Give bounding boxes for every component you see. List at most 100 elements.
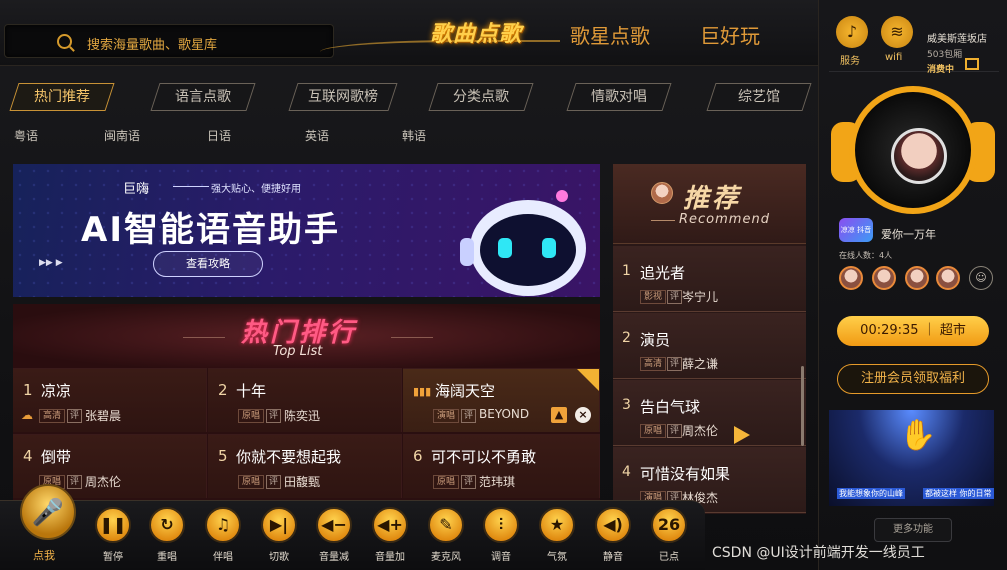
tab-label: 分类点歌 [453,89,509,105]
tab-duet[interactable]: 情歌对唱 [566,83,672,111]
tab-label: 情歌对唱 [591,89,647,105]
top-bar: 搜索海量歌曲、歌星库 歌曲点歌 歌星点歌 巨好玩 [0,0,818,66]
avatar[interactable] [905,266,929,290]
song-singer: 周杰伦 [682,424,719,438]
top-list-subtitle: Top List [273,344,323,359]
recommend-song[interactable]: 2 演员 高清 评 薛之谦 [613,313,806,379]
lang-minnan[interactable]: 闽南语 [104,127,140,144]
comment-badge: 评 [667,290,683,304]
song-singer: 张碧晨 [85,409,122,423]
search-input[interactable]: 搜索海量歌曲、歌星库 [4,24,334,58]
view-guide-button[interactable]: 查看攻略 [153,251,263,277]
song-singer: 薛之谦 [682,357,719,371]
tab-category[interactable]: 分类点歌 [428,83,534,111]
quality-badge: 高清 [39,409,66,423]
song-rank: 4 [622,464,631,480]
song-rank: 2 [218,381,228,399]
recommend-title: 推荐 [683,184,742,214]
song-rank: 3 [622,397,631,413]
volume-up-button[interactable]: ◀+ [372,507,408,543]
pause-button[interactable]: ❚❚ [95,507,131,543]
now-playing-title: 爱你一万年 [881,228,936,241]
room-switch-icon[interactable] [965,58,979,70]
replay-button[interactable]: ↻ [149,507,185,543]
pause-label: 暂停 [103,552,123,563]
volume-down-button[interactable]: ◀− [316,507,352,543]
user-icon[interactable]: ☺ [969,266,993,290]
accompany-button[interactable]: ♫ [205,507,241,543]
singer-avatar [891,128,947,184]
atmosphere-button[interactable]: ★ [539,507,575,543]
quality-badge: 高清 [640,357,667,371]
lang-japanese[interactable]: 日语 [207,127,231,144]
ktv-app: 搜索海量歌曲、歌星库 歌曲点歌 歌星点歌 巨好玩 热门推荐 语言点歌 互联网歌榜… [0,0,1007,570]
tab-variety[interactable]: 综艺馆 [706,83,812,111]
lang-cantonese[interactable]: 粤语 [14,127,38,144]
quality-badge: 演唱 [433,409,460,423]
microphone-button[interactable]: ✎ [428,507,464,543]
lang-korean[interactable]: 韩语 [402,127,426,144]
timer-supermarket-button[interactable]: 00:29:35 ｜ 超市 [837,316,989,346]
recommend-subtitle: Recommend [679,212,770,227]
tab-fun[interactable]: 巨好玩 [700,20,760,49]
watermark: CSDN @UI设计前端开发一线员工 [712,545,925,561]
banner-play-indicator: ▶▶ ▶ [39,258,63,268]
corner-tag [577,369,599,391]
song-title: 海阔天空 [435,382,496,400]
song-title: 你就不要想起我 [236,448,342,466]
microphone-icon[interactable]: 🎤 [20,484,76,540]
close-icon[interactable]: × [575,407,591,423]
room-info: ♪ 服务 ≋ wifi 威美斯莲坂店 503包厢 消费中 [829,10,999,75]
vinyl-disc [849,86,977,214]
more-functions-button[interactable]: 更多功能 [874,518,952,542]
avatar[interactable] [872,266,896,290]
recommend-scrollbar[interactable] [801,366,804,446]
lang-english[interactable]: 英语 [305,127,329,144]
mute-button[interactable]: ◀) [595,507,631,543]
recommend-song[interactable]: 1 追光者 影视 评 岑宁儿 [613,246,806,312]
recommend-song[interactable]: 3 告白气球 原唱 评 周杰伦 [613,380,806,446]
tab-hot[interactable]: 热门推荐 [9,83,115,111]
avatar[interactable] [839,266,863,290]
pin-top-icon[interactable]: ▲ [551,407,567,423]
quality-badge: 原唱 [238,409,265,423]
replay-label: 重唱 [157,552,177,563]
song-title: 追光者 [640,264,686,282]
top-list-song[interactable]: 2 十年 原唱 评 陈奕迅 [208,368,402,432]
bell-icon[interactable]: ♪ [836,16,868,48]
song-title: 十年 [236,382,267,400]
quality-badge: 原唱 [640,424,667,438]
song-rank: 1 [23,381,33,399]
ai-assistant-banner[interactable]: 巨嗨 强大贴心、便捷好用 AI智能语音助手 ▶▶ ▶ 查看攻略 [13,164,600,297]
avatar[interactable] [936,266,960,290]
song-singer: BEYOND [479,407,530,421]
ordered-count-button[interactable]: 26 [651,507,687,543]
order-label: 点我 [33,549,55,562]
tab-singer-order[interactable]: 歌星点歌 [570,20,650,49]
atmosphere-label: 气氛 [547,552,567,563]
volume-down-label: 音量减 [319,552,349,563]
tab-internet-chart[interactable]: 互联网歌榜 [288,83,398,111]
next-song-button[interactable]: ▶| [261,507,297,543]
cloud-icon: ☁ [21,408,33,422]
top-list-song[interactable]: 1 凉凉 ☁ 高清 评 张碧晨 [13,368,207,432]
recommend-header: 推荐 Recommend [613,164,806,244]
volume-up-label: 音量加 [375,552,405,563]
room-status: 消费中 [927,65,955,75]
song-singer: 岑宁儿 [682,290,719,304]
now-playing-disc[interactable] [827,82,997,222]
top-list-song[interactable]: 6 可不可以不勇敢 原唱 评 范玮琪 [403,434,600,498]
top-list-song-playing[interactable]: ▮▮▮ 海阔天空 演唱 评 BEYOND ▲ × [403,368,600,432]
song-rank: 6 [413,447,423,465]
accompany-label: 伴唱 [213,552,233,563]
top-list-song[interactable]: 5 你就不要想起我 原唱 评 田馥甄 [208,434,402,498]
microphone-label: 麦克风 [431,552,461,563]
member-register-button[interactable]: 注册会员领取福利 [837,364,989,394]
tab-language[interactable]: 语言点歌 [150,83,256,111]
header-divider-left [183,337,225,338]
wifi-icon[interactable]: ≋ [881,16,913,48]
room-number: 503包厢 [927,50,963,60]
concert-ad[interactable]: ✋ 我能想象你的山峰 都被这样 你的日常 [829,410,994,506]
tuning-button[interactable]: ⫶ [483,507,519,543]
tab-song-order[interactable]: 歌曲点歌 [430,16,522,48]
